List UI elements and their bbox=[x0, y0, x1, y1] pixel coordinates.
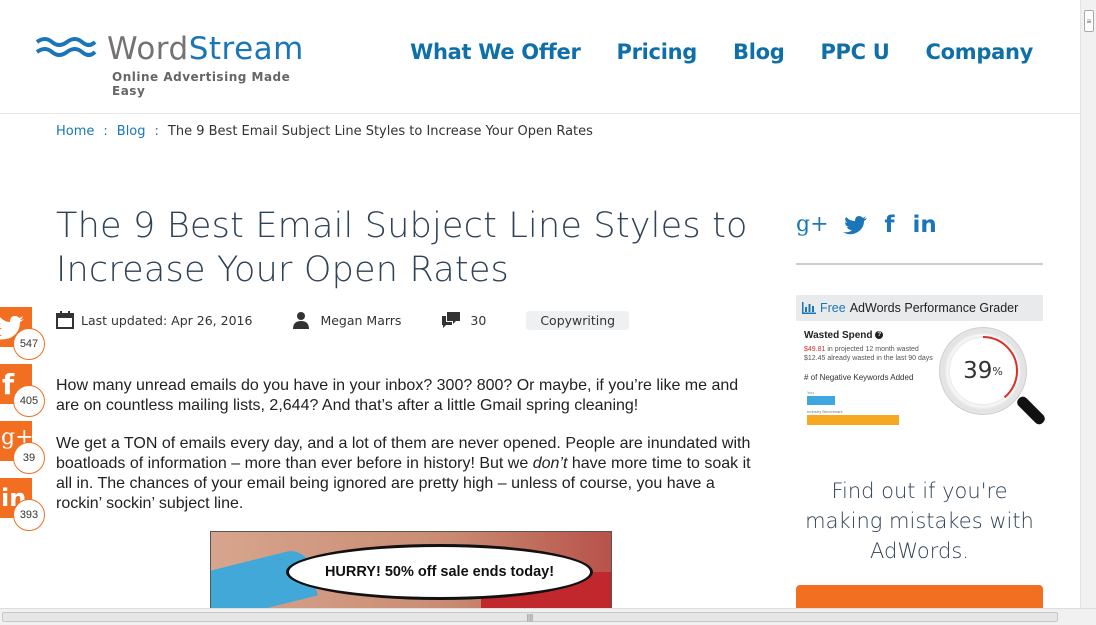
negative-keywords-label: # of Negative Keywords Added bbox=[804, 373, 914, 382]
chart-icon bbox=[802, 302, 816, 314]
adwords-cta-text: Find out if you're making mistakes with … bbox=[805, 479, 1034, 563]
speech-bubble: HURRY! 50% off sale ends today! bbox=[286, 544, 593, 600]
article-title: The 9 Best Email Subject Line Styles to … bbox=[56, 206, 748, 290]
breadcrumb-home[interactable]: Home bbox=[56, 124, 94, 139]
breadcrumb-separator: : bbox=[103, 124, 108, 139]
score-number: 39 bbox=[963, 358, 993, 384]
nav-what-we-offer[interactable]: What We Offer bbox=[410, 40, 581, 64]
wasted-line-1: $49.81 in projected 12 month wasted bbox=[804, 345, 944, 354]
share-google-plus-button[interactable]: g+ 39 bbox=[0, 421, 45, 474]
wasted-spend-label: Wasted Spend ? bbox=[804, 330, 884, 341]
horizontal-scroll-thumb[interactable]: ||| bbox=[2, 612, 1058, 622]
bar-benchmark bbox=[807, 415, 899, 425]
sidebar-divider bbox=[796, 263, 1043, 265]
user-icon bbox=[293, 312, 310, 329]
share-count: 393 bbox=[13, 499, 45, 531]
comment-count[interactable]: 30 bbox=[470, 313, 486, 328]
ad-free-label: Free bbox=[820, 301, 846, 315]
wasted-spend-text: Wasted Spend bbox=[804, 330, 873, 341]
facebook-icon[interactable]: f bbox=[885, 212, 895, 238]
horizontal-scrollbar[interactable]: ||| bbox=[0, 608, 1096, 625]
logo-word-part1: Word bbox=[107, 31, 189, 67]
article-image: HURRY! 50% off sale ends today! bbox=[210, 531, 612, 608]
nav-pricing[interactable]: Pricing bbox=[617, 40, 698, 64]
logo-tagline: Online Advertising Made Easy bbox=[112, 70, 291, 98]
twitter-icon[interactable] bbox=[842, 215, 867, 235]
main-nav: What We Offer Pricing Blog PPC U Company bbox=[410, 40, 1033, 64]
article-meta: Last updated: Apr 26, 2016 Megan Marrs 3… bbox=[56, 309, 630, 331]
linkedin-icon[interactable]: in bbox=[913, 212, 937, 238]
breadcrumb-blog[interactable]: Blog bbox=[117, 124, 146, 139]
vertical-scroll-thumb[interactable]: ≡ bbox=[1084, 10, 1094, 32]
vertical-scrollbar[interactable]: ≡ bbox=[1080, 0, 1096, 608]
nav-company[interactable]: Company bbox=[926, 40, 1034, 64]
bar-you bbox=[807, 396, 835, 405]
score-gauge: 39% bbox=[940, 328, 1026, 414]
last-updated: Last updated: Apr 26, 2016 bbox=[81, 312, 253, 328]
nav-ppc-u[interactable]: PPC U bbox=[820, 40, 889, 64]
share-twitter-button[interactable]: 547 bbox=[0, 307, 45, 360]
score-unit: % bbox=[992, 364, 1003, 378]
adwords-cta-button[interactable] bbox=[796, 585, 1043, 608]
share-facebook-button[interactable]: f 405 bbox=[0, 364, 45, 417]
comments-icon bbox=[442, 312, 461, 328]
breadcrumb: Home : Blog : The 9 Best Email Subject L… bbox=[56, 124, 593, 139]
logo-wordmark: WordStream bbox=[107, 32, 304, 66]
wasted-spend-details: $49.81 in projected 12 month wasted $12.… bbox=[804, 345, 944, 363]
waves-logo-icon bbox=[35, 37, 97, 57]
share-bar: 547 f 405 g+ 39 in 393 bbox=[0, 307, 48, 535]
share-count: 547 bbox=[13, 328, 45, 360]
sidebar-social: g+ f in bbox=[796, 212, 937, 238]
article-body: How many unread emails do you have in yo… bbox=[56, 376, 761, 532]
bar-label-benchmark: Industry Benchmark bbox=[807, 409, 843, 414]
wasted-line-2: $12.45 already wasted in the last 90 day… bbox=[804, 355, 933, 362]
page: WordStream Online Advertising Made Easy … bbox=[0, 0, 1080, 608]
info-icon: ? bbox=[875, 331, 884, 340]
share-count: 405 bbox=[13, 385, 45, 417]
breadcrumb-separator: : bbox=[154, 124, 159, 139]
ad-header: Free AdWords Performance Grader bbox=[796, 295, 1043, 321]
logo-word-part2: Stream bbox=[188, 31, 304, 67]
score-value: 39% bbox=[945, 333, 1021, 409]
author-link[interactable]: Megan Marrs bbox=[320, 313, 401, 328]
share-linkedin-button[interactable]: in 393 bbox=[0, 478, 45, 531]
paragraph: How many unread emails do you have in yo… bbox=[56, 377, 739, 414]
calendar-icon bbox=[56, 311, 74, 329]
share-count: 39 bbox=[13, 442, 45, 474]
wasted-line-1-text: in projected 12 month wasted bbox=[825, 346, 919, 353]
paragraph-emphasis: don’t bbox=[532, 455, 568, 472]
breadcrumb-current: The 9 Best Email Subject Line Styles to … bbox=[167, 124, 593, 139]
paragraph: We get a TON of emails every day, and a … bbox=[56, 434, 761, 514]
adwords-grader-ad[interactable]: Free AdWords Performance Grader Wasted S… bbox=[796, 295, 1047, 435]
google-plus-icon[interactable]: g+ bbox=[796, 212, 829, 238]
wasted-amount: $49.81 bbox=[804, 346, 826, 353]
ad-title: AdWords Performance Grader bbox=[849, 301, 1019, 315]
bar-label-you: You bbox=[807, 390, 814, 395]
site-header: WordStream Online Advertising Made Easy … bbox=[0, 0, 1080, 114]
category-tag[interactable]: Copywriting bbox=[526, 310, 630, 330]
wordstream-logo[interactable]: WordStream Online Advertising Made Easy bbox=[35, 32, 325, 98]
nav-blog[interactable]: Blog bbox=[733, 40, 785, 64]
